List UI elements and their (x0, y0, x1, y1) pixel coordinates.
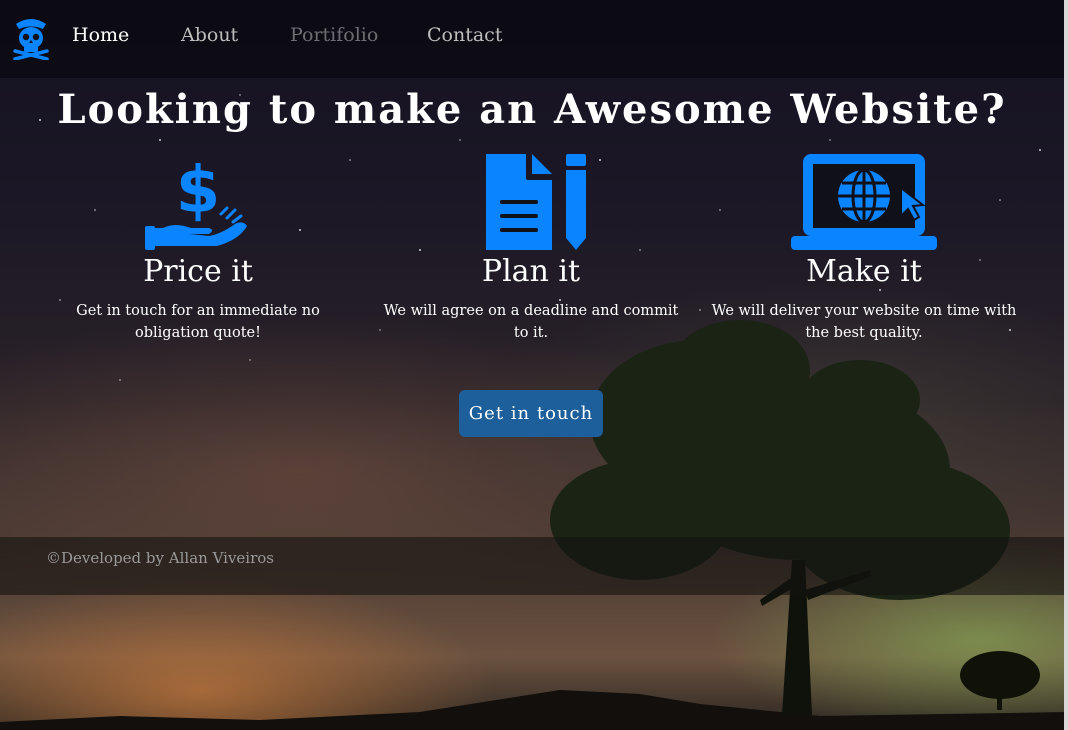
laptop-globe-icon (791, 154, 937, 250)
footer-credit: ©Developed by Allan Viveiros (46, 549, 274, 567)
feature-title: Make it (806, 254, 922, 289)
pirate-skull-logo-icon[interactable] (12, 16, 50, 60)
nav-home-link[interactable]: Home (72, 24, 129, 46)
nav-portifolio-link[interactable]: Portifolio (290, 24, 378, 46)
feature-plan: Plan it We will agree on a deadline and … (371, 150, 691, 344)
hand-dollar-icon: $ (145, 154, 247, 250)
top-navbar: Home About Portifolio Contact (0, 0, 1064, 78)
svg-text:$: $ (176, 154, 221, 228)
footer: ©Developed by Allan Viveiros (0, 537, 1064, 595)
get-in-touch-button[interactable]: Get in touch (459, 390, 603, 437)
feature-description: We will deliver your website on time wit… (711, 303, 1017, 341)
nav-contact-link[interactable]: Contact (427, 24, 502, 46)
feature-price: $ Price it Get in touch for an immediate… (38, 150, 358, 344)
feature-title: Plan it (481, 254, 581, 289)
feature-description: We will agree on a deadline and commit t… (383, 303, 679, 341)
feature-title: Price it (143, 254, 253, 289)
nav-about-link[interactable]: About (181, 24, 238, 46)
hero-headline: Looking to make an Awesome Website? (57, 86, 1007, 133)
feature-description: Get in touch for an immediate no obligat… (76, 303, 320, 341)
scrollbar[interactable] (1064, 0, 1068, 730)
document-pencil-icon (486, 154, 586, 250)
feature-make: Make it We will deliver your website on … (704, 150, 1024, 344)
